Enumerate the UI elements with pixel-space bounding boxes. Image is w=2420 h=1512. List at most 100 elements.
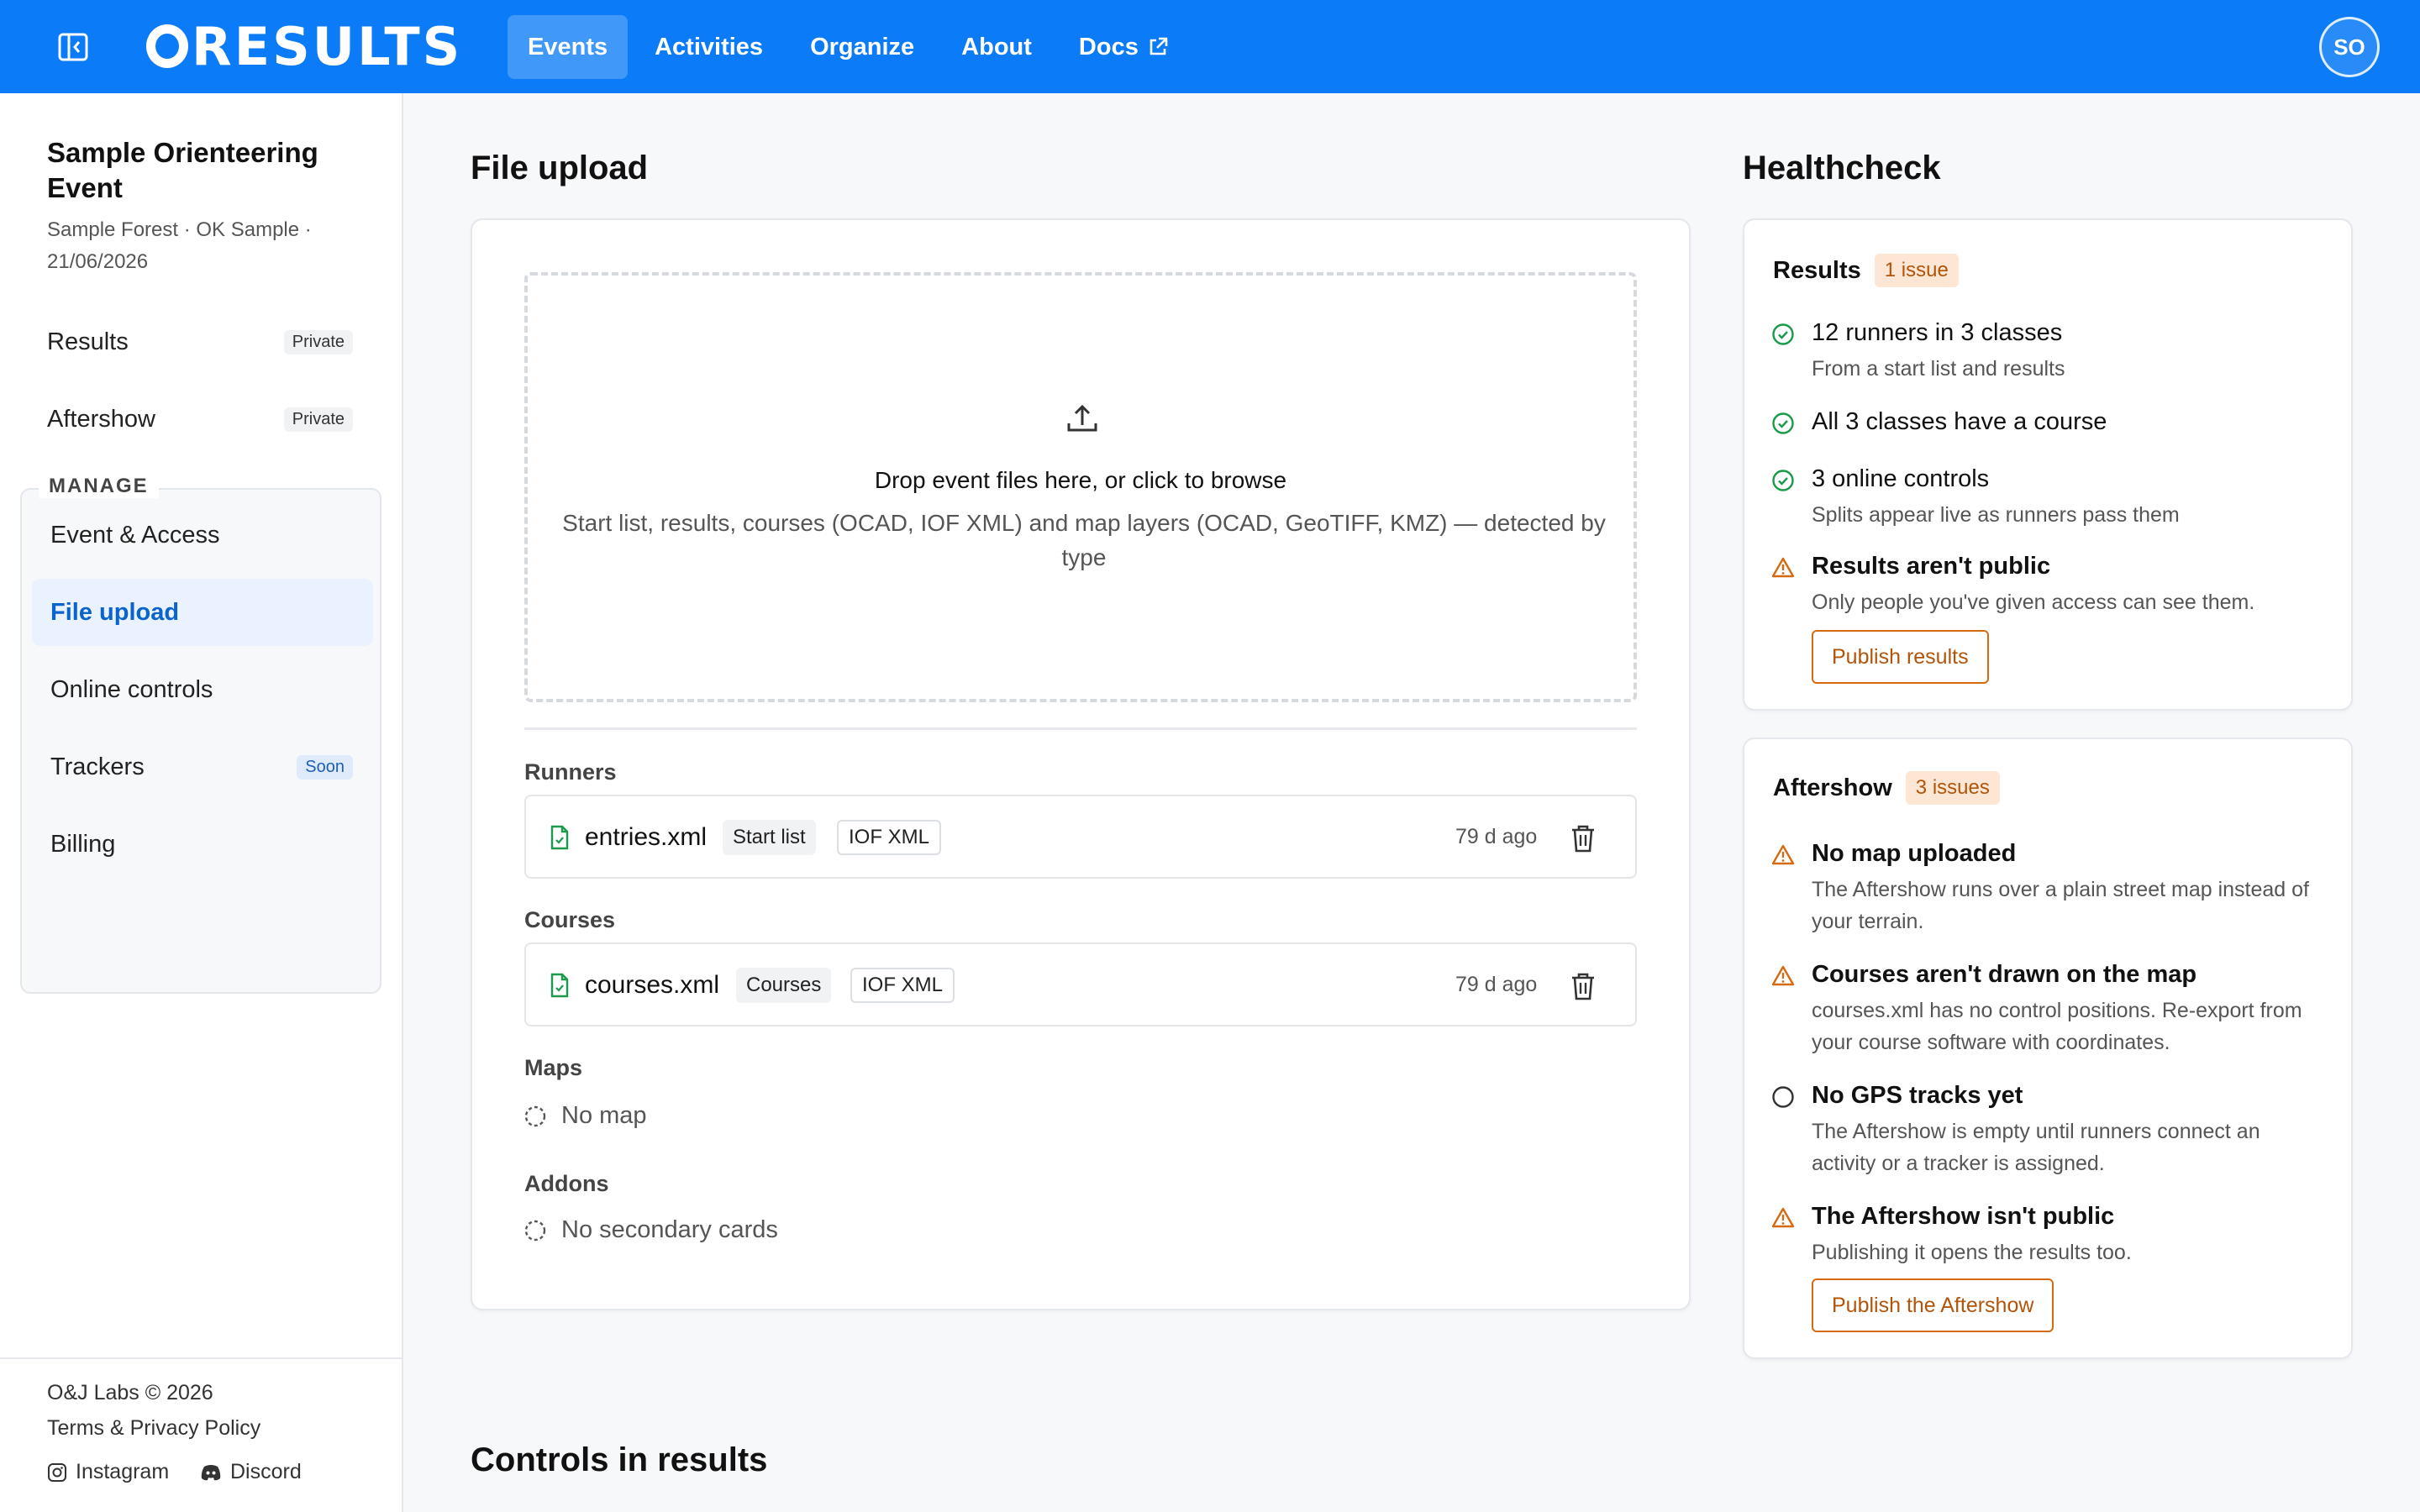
check-circle-icon [1772,470,1794,491]
health-item-title: The Aftershow isn't public [1812,1203,2115,1230]
external-link-icon [1147,36,1169,58]
event-subtitle: Sample Forest · OK Sample · 21/06/2026 [47,218,312,273]
check-circle-icon [1772,323,1794,345]
health-item-desc: Only people you've given access can see … [1812,591,2255,614]
sidebar-item-label: Results [47,328,129,355]
warning-icon [1771,1207,1795,1228]
publish-results-button[interactable]: Publish results [1812,630,1989,684]
nav-organize-label: Organize [810,33,915,60]
health-item-title: No GPS tracks yet [1812,1082,2023,1109]
aftershow-health-header: Aftershow 3 issues [1773,771,2000,805]
file-format-tag: IOF XML [850,968,955,1003]
file-type-tag: Start list [723,820,816,855]
discord-label: Discord [230,1460,302,1483]
health-item-desc: From a start list and results [1812,357,2065,381]
sidebar-item-results[interactable]: Results Private [34,312,370,372]
file-name: courses.xml [585,971,720,999]
sidebar-item-label: Billing [50,830,116,858]
file-dropzone[interactable]: Drop event files here, or click to brows… [524,272,1637,702]
sidebar-item-label: Event & Access [50,521,220,549]
file-icon [550,825,569,850]
nav-organize[interactable]: Organize [790,15,934,79]
nav-events[interactable]: Events [508,15,629,79]
event-title: Sample Orienteering Event [47,137,318,203]
top-bar: RESULTS Events Activities Organize About… [0,0,2420,93]
health-item-title: Courses aren't drawn on the map [1812,961,2197,988]
sidebar-item-label: Online controls [50,675,213,703]
logo[interactable]: RESULTS [146,15,463,77]
terms-link[interactable]: Terms & Privacy Policy [47,1416,260,1441]
nav-docs[interactable]: Docs [1059,15,1189,79]
results-health-title: Results [1773,256,1861,284]
instagram-icon [48,1462,66,1482]
warning-icon [1771,844,1795,865]
manage-label: MANAGE [39,475,159,498]
divider [524,727,1637,730]
dashed-circle-icon [524,1105,546,1126]
addons-empty-text: No secondary cards [561,1216,778,1243]
issue-badge: 1 issue [1874,254,1959,287]
file-age: 79 d ago [1455,973,1538,996]
sidebar-item-event-access[interactable]: Event & Access [32,501,373,569]
delete-icon[interactable] [1570,971,1597,1001]
results-health-card: Results 1 issue 12 runners in 3 classes … [1743,218,2353,711]
sidebar-item-trackers[interactable]: Trackers Soon [32,733,373,801]
file-upload-heading: File upload [471,150,649,186]
warning-icon [1771,965,1795,986]
file-age: 79 d ago [1455,825,1538,848]
nav-about-label: About [961,33,1032,60]
sidebar: Sample Orienteering Event Sample Forest … [0,93,403,1512]
sidebar-item-online-controls[interactable]: Online controls [32,656,373,723]
delete-icon[interactable] [1570,823,1597,853]
healthcheck-heading: Healthcheck [1743,150,1941,186]
file-name: entries.xml [585,823,708,851]
file-type-tag: Courses [736,968,832,1003]
private-badge: Private [283,407,353,432]
maps-empty-text: No map [561,1102,647,1129]
avatar[interactable]: SO [2319,17,2380,77]
addons-label: Addons [524,1171,609,1196]
health-item-title: All 3 classes have a course [1812,408,2107,435]
sidebar-toggle-icon[interactable] [57,32,89,62]
nav-events-label: Events [528,33,608,60]
runners-label: Runners [524,759,617,785]
health-item-title: No map uploaded [1812,840,2017,867]
instagram-link[interactable]: Instagram [47,1460,169,1484]
logo-text: RESULTS [192,15,463,77]
discord-link[interactable]: Discord [200,1460,302,1484]
soon-badge: Soon [297,755,353,780]
sidebar-item-label: File upload [50,598,180,626]
health-item-title: 3 online controls [1812,465,1990,492]
copyright: O&J Labs © 2026 [47,1381,213,1404]
dropzone-title: Drop event files here, or click to brows… [874,467,1287,493]
sidebar-item-label: Trackers [50,753,145,780]
sidebar-item-billing[interactable]: Billing [32,811,373,878]
publish-aftershow-button[interactable]: Publish the Aftershow [1812,1278,2054,1332]
health-item-title: Results aren't public [1812,553,2051,580]
sidebar-item-file-upload[interactable]: File upload [32,579,373,646]
maps-label: Maps [524,1055,583,1080]
logo-ring-icon [146,24,188,68]
courses-label: Courses [524,907,616,932]
file-format-tag: IOF XML [837,820,942,855]
nav-about[interactable]: About [941,15,1052,79]
discord-icon [201,1464,221,1480]
empty-circle-icon [1772,1086,1794,1108]
health-item-title: 12 runners in 3 classes [1812,319,2063,346]
results-health-header: Results 1 issue [1773,254,1959,287]
nav-activities[interactable]: Activities [634,15,783,79]
nav-docs-label: Docs [1078,33,1139,60]
health-item-desc: Publishing it opens the results too. [1812,1241,2132,1264]
manage-section: Event & Access File upload Online contro… [20,488,381,994]
aftershow-health-title: Aftershow [1773,774,1892,801]
health-item-desc: Splits appear live as runners pass them [1812,503,2180,527]
private-badge: Private [283,330,353,354]
main-nav: Events Activities Organize About Docs [508,15,1196,79]
file-row-entries: entries.xml Start list IOF XML 79 d ago [524,795,1637,879]
file-icon [550,973,569,998]
sidebar-item-label: Aftershow [47,405,155,433]
dropzone-subtitle: Start list, results, courses (OCAD, IOF … [562,510,1606,570]
file-row-courses: courses.xml Courses IOF XML 79 d ago [524,942,1637,1026]
nav-activities-label: Activities [655,33,764,60]
sidebar-item-aftershow[interactable]: Aftershow Private [34,389,370,449]
